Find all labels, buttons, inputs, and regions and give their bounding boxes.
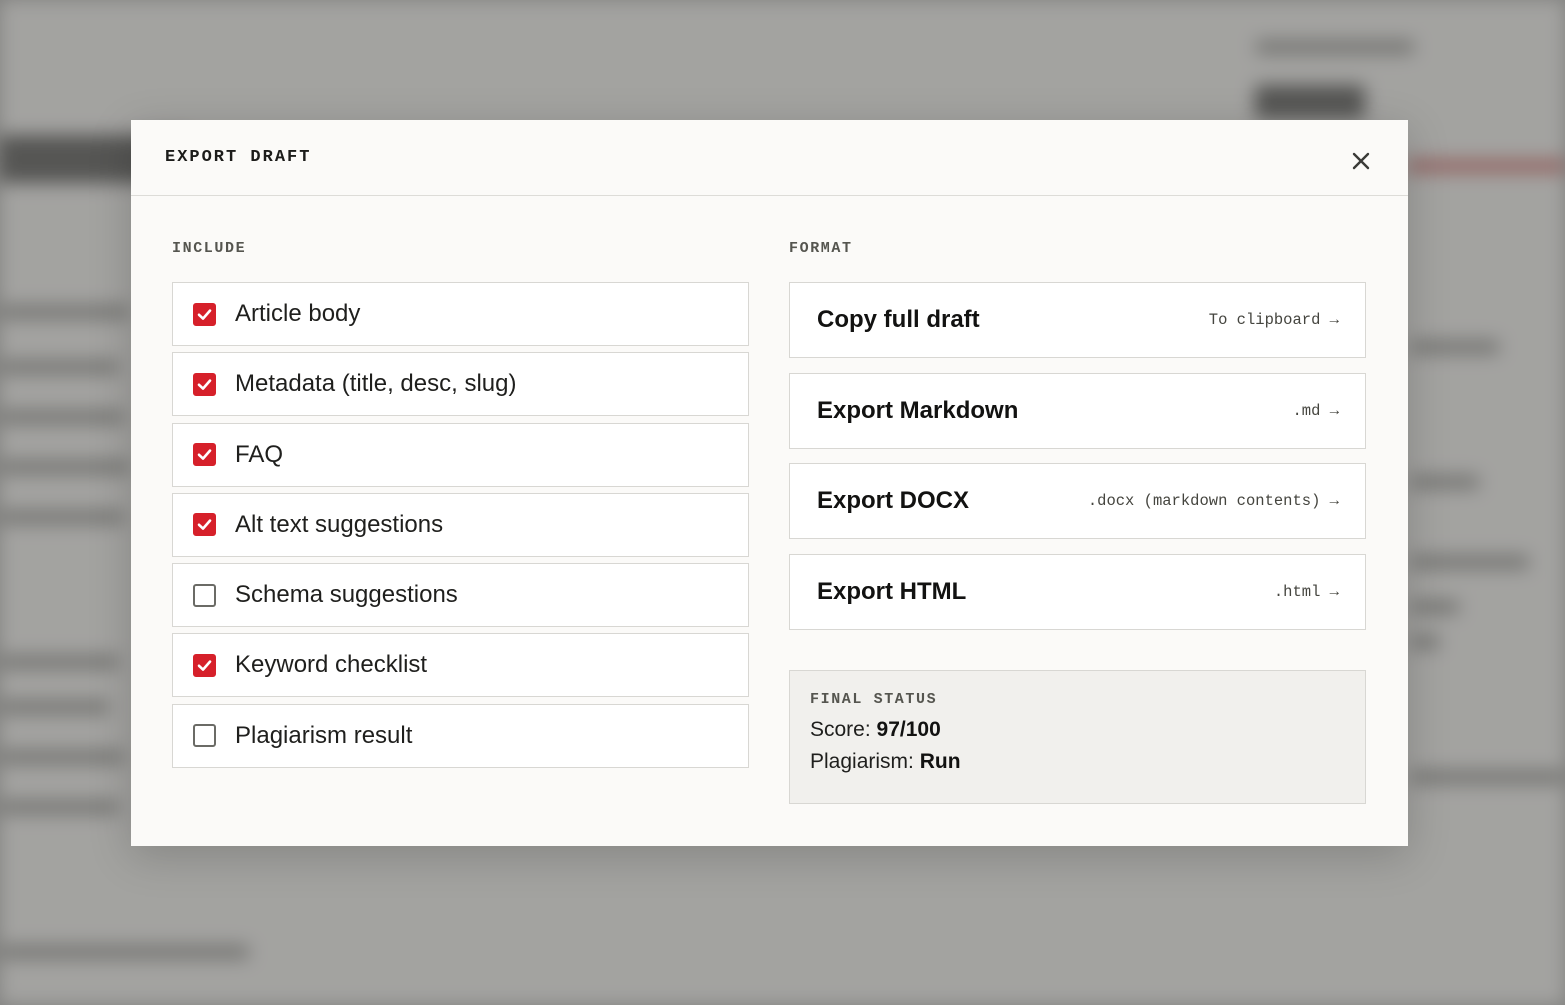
checkbox[interactable] (193, 653, 216, 677)
include-item-schema[interactable]: Schema suggestions (172, 563, 749, 628)
check-icon (197, 449, 212, 460)
check-icon (197, 519, 212, 531)
include-item-alt-text[interactable]: Alt text suggestions (172, 492, 749, 557)
copy-full-draft-button[interactable]: Copy full draft To clipboard → (789, 282, 1366, 358)
format-option-label: Copy full draft (817, 306, 980, 333)
plagiarism-label: Plagiarism: (810, 750, 914, 773)
include-item-article-body[interactable]: Article body (172, 282, 749, 346)
include-item-label: Alt text suggestions (235, 510, 444, 538)
include-item-label: Plagiarism result (235, 721, 413, 749)
format-option-hint: .docx (markdown contents) → (1087, 492, 1339, 510)
close-button[interactable] (1346, 146, 1376, 176)
close-icon (1352, 152, 1370, 170)
check-icon (197, 308, 212, 320)
checkbox[interactable] (193, 513, 216, 537)
include-item-label: Article body (235, 300, 361, 327)
format-option-hint: To clipboard → (1208, 311, 1339, 329)
checkbox[interactable] (193, 583, 216, 607)
include-item-label: Keyword checklist (235, 651, 428, 679)
final-status-panel: FINAL STATUS Score: 97/100 Plagiarism: R… (789, 670, 1366, 804)
modal-header: EXPORT DRAFT (131, 120, 1408, 196)
include-section-label: INCLUDE (172, 240, 247, 257)
include-item-keyword-checklist[interactable]: Keyword checklist (172, 633, 749, 698)
export-draft-modal: EXPORT DRAFT INCLUDE FORMAT Article body… (131, 120, 1408, 846)
format-section-label: FORMAT (789, 240, 853, 257)
format-option-hint: .md → (1292, 401, 1339, 420)
export-docx-button[interactable]: Export DOCX .docx (markdown contents) → (789, 463, 1366, 539)
include-item-label: Metadata (title, desc, slug) (235, 370, 517, 398)
format-list: Copy full draft To clipboard → Export Ma… (789, 282, 1366, 644)
include-item-metadata[interactable]: Metadata (title, desc, slug) (172, 352, 749, 417)
modal-title: EXPORT DRAFT (165, 148, 312, 167)
score-label: Score: (810, 718, 871, 741)
include-item-faq[interactable]: FAQ (172, 422, 749, 487)
score-row: Score: 97/100 (810, 718, 1365, 742)
checkbox[interactable] (193, 372, 216, 396)
export-markdown-button[interactable]: Export Markdown .md → (789, 372, 1366, 449)
format-option-hint: .html → (1273, 582, 1339, 601)
score-value: 97/100 (876, 718, 941, 741)
format-option-label: Export Markdown (817, 396, 1019, 424)
export-html-button[interactable]: Export HTML .html → (789, 553, 1366, 630)
checkbox[interactable] (193, 724, 216, 748)
checkbox[interactable] (193, 302, 216, 326)
format-option-label: Export HTML (817, 577, 967, 605)
include-item-label: Schema suggestions (235, 581, 458, 609)
final-status-title: FINAL STATUS (810, 691, 938, 708)
include-item-label: FAQ (235, 440, 284, 468)
include-list: Article body Metadata (title, desc, slug… (172, 282, 749, 774)
checkbox[interactable] (193, 443, 216, 467)
plagiarism-value: Run (919, 750, 961, 773)
include-item-plagiarism[interactable]: Plagiarism result (172, 703, 749, 768)
check-icon (197, 660, 212, 671)
format-option-label: Export DOCX (817, 487, 970, 514)
check-icon (197, 379, 212, 390)
plagiarism-row: Plagiarism: Run (810, 750, 1365, 774)
